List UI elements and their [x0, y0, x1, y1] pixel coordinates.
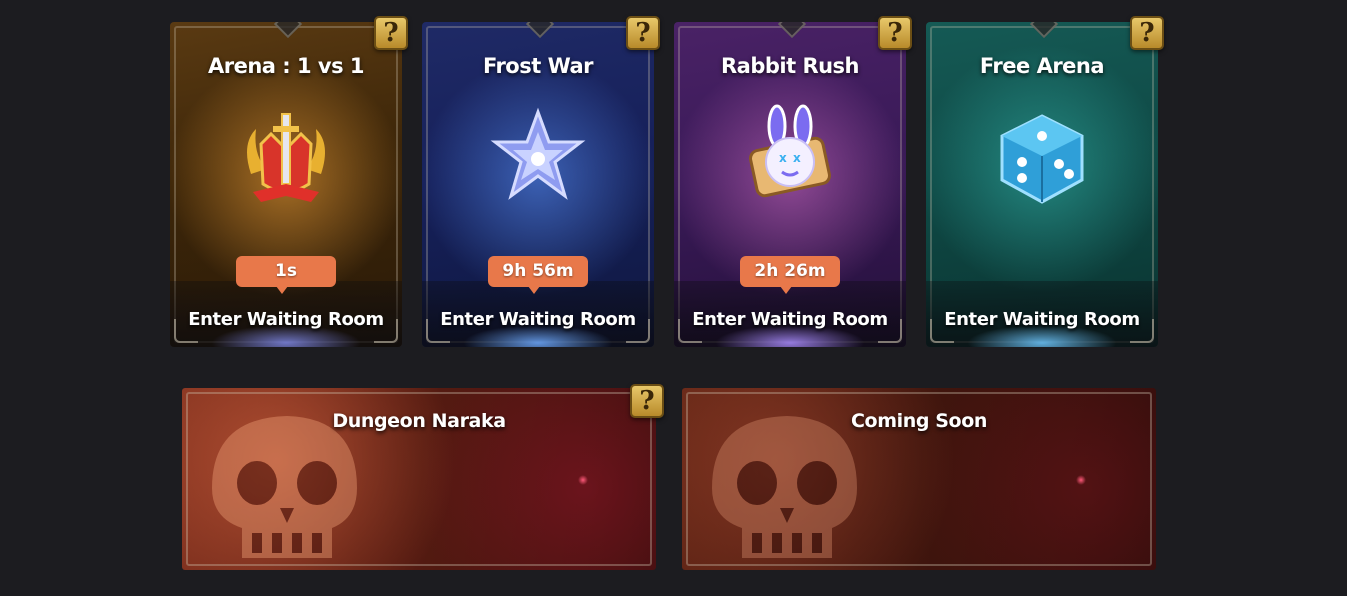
cooldown-timer-badge: 2h 26m	[740, 256, 840, 294]
enter-waiting-room-label: Enter Waiting Room	[188, 309, 384, 330]
mode-title: Free Arena	[979, 54, 1105, 78]
cooldown-timer-badge: 1s	[236, 256, 336, 294]
frame-corner	[374, 319, 398, 343]
frame-corner	[930, 319, 954, 343]
enter-waiting-room-button[interactable]: Enter Waiting Room	[926, 281, 1158, 347]
dice-icon	[987, 104, 1097, 214]
mode-card-rabbit-rush[interactable]: Rabbit Rush x x 2h 26m Enter Waiting Roo…	[674, 22, 906, 347]
svg-text:x: x	[793, 151, 801, 165]
dungeon-panel-coming-soon: Coming Soon	[682, 388, 1156, 570]
dungeon-panel-naraka[interactable]: Dungeon Naraka	[182, 388, 656, 570]
mode-card-frost-war[interactable]: Frost War 9h 56m Enter Waiting Room	[422, 22, 654, 347]
help-question-icon-arena[interactable]: ?	[374, 16, 408, 50]
sparkle	[1076, 475, 1086, 485]
mode-title: Frost War	[482, 54, 594, 78]
frame-corner	[1130, 319, 1154, 343]
help-question-icon-free[interactable]: ?	[1130, 16, 1164, 50]
enter-waiting-room-label: Enter Waiting Room	[692, 309, 888, 330]
enter-waiting-room-label: Enter Waiting Room	[440, 309, 636, 330]
help-question-icon-rabbit[interactable]: ?	[878, 16, 912, 50]
help-question-icon-dungeon[interactable]: ?	[630, 384, 664, 418]
cooldown-timer-badge: 9h 56m	[488, 256, 588, 294]
dungeon-title: Dungeon Naraka	[332, 410, 506, 432]
frame-corner	[678, 319, 702, 343]
frame-corner	[174, 319, 198, 343]
dungeon-title: Coming Soon	[851, 410, 987, 432]
frame-corner	[426, 319, 450, 343]
mode-title: Arena : 1 vs 1	[207, 54, 365, 78]
game-mode-select-screen: Arena : 1 vs 1 1s Enter Waiting Room ? F…	[0, 0, 1347, 596]
svg-text:x: x	[779, 151, 787, 165]
sparkle	[578, 475, 588, 485]
crown-sword-trophy-icon	[231, 104, 341, 214]
mode-card-arena-1v1[interactable]: Arena : 1 vs 1 1s Enter Waiting Room	[170, 22, 402, 347]
ice-crystal-icon	[483, 104, 593, 214]
help-question-icon-frost[interactable]: ?	[626, 16, 660, 50]
frame-corner	[626, 319, 650, 343]
mode-title: Rabbit Rush	[720, 54, 860, 78]
mode-card-free-arena[interactable]: Free Arena Enter Waiting Room	[926, 22, 1158, 347]
rabbit-scroll-icon: x x	[735, 104, 845, 214]
frame-corner	[878, 319, 902, 343]
enter-waiting-room-label: Enter Waiting Room	[944, 309, 1140, 330]
